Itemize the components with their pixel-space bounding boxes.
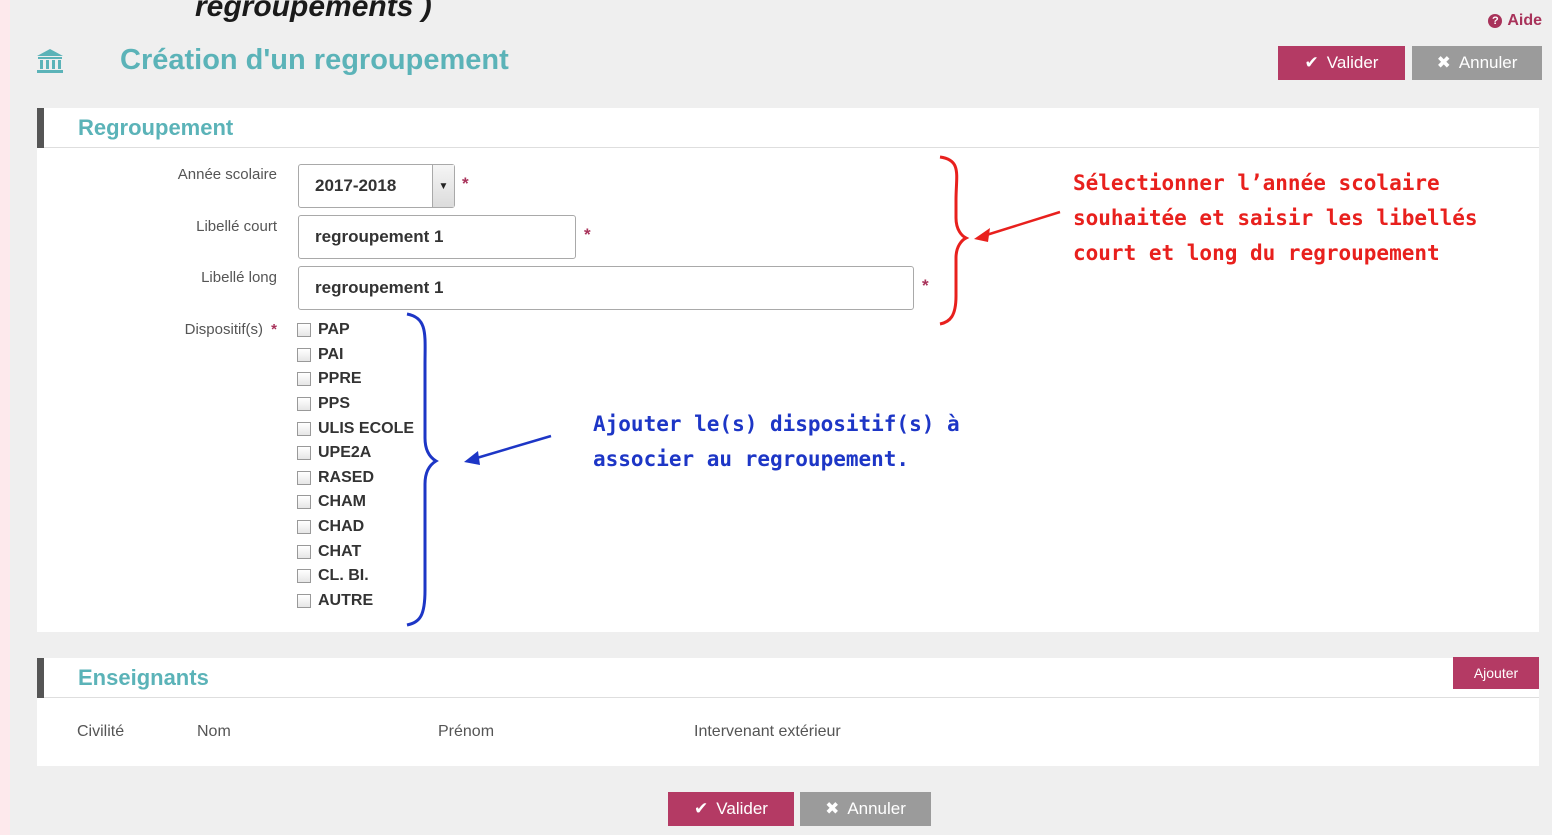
- red-arrowhead: [974, 228, 990, 242]
- red-arrow: [979, 210, 1061, 239]
- blue-arrow: [469, 434, 552, 462]
- red-brace: [939, 155, 970, 326]
- annotation-line: associer au regroupement.: [593, 447, 910, 471]
- blue-brace: [406, 312, 439, 627]
- annotation-line: court et long du regroupement: [1073, 241, 1440, 265]
- blue-arrowhead: [464, 451, 480, 465]
- annotation-line: Ajouter le(s) dispositif(s) à: [593, 412, 960, 436]
- annotation-line: souhaitée et saisir les libellés: [1073, 206, 1478, 230]
- annotation-blue: Ajouter le(s) dispositif(s) à associer a…: [593, 407, 960, 477]
- annotation-line: Sélectionner l’année scolaire: [1073, 171, 1440, 195]
- annotation-red: Sélectionner l’année scolaire souhaitée …: [1073, 166, 1478, 271]
